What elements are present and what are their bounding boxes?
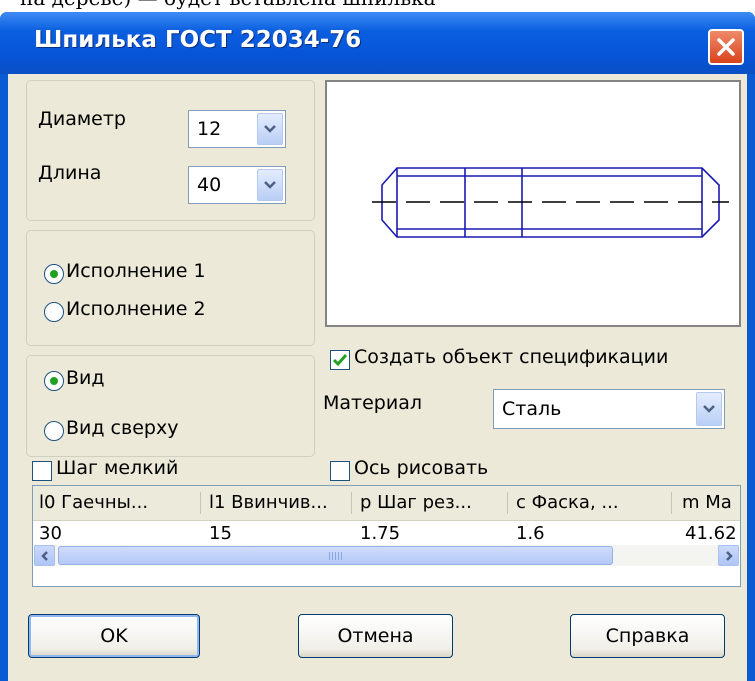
column-header[interactable]: l0 Гаечны...: [33, 486, 199, 520]
execution-1-radio[interactable]: [44, 264, 64, 284]
column-header[interactable]: p Шаг рез...: [354, 486, 506, 520]
view-top-radio[interactable]: [44, 421, 64, 441]
dialog-client-area: Диаметр 12 Длина 40 Исполнение 1 Исполне…: [8, 74, 747, 681]
length-value: 40: [197, 174, 222, 196]
cancel-button[interactable]: Отмена: [298, 614, 453, 658]
checkmark-icon: [332, 354, 348, 367]
execution-group: [26, 230, 315, 346]
close-icon: [717, 38, 735, 56]
view-label[interactable]: Вид: [66, 367, 105, 389]
column-separator[interactable]: [671, 492, 672, 514]
scroll-right-button[interactable]: [718, 545, 739, 566]
view-top-label[interactable]: Вид сверху: [66, 417, 178, 439]
column-separator[interactable]: [507, 492, 508, 514]
chevron-down-icon[interactable]: [696, 392, 722, 426]
chevron-down-icon[interactable]: [257, 113, 283, 145]
dialog-window: Шпилька ГОСТ 22034-76 Диаметр 12 Длина 4…: [0, 12, 755, 681]
ok-button[interactable]: OK: [28, 614, 200, 658]
column-header[interactable]: m Ма: [676, 486, 740, 520]
chevron-left-icon: [40, 550, 48, 561]
execution-1-label[interactable]: Исполнение 1: [66, 260, 206, 282]
material-label: Материал: [323, 392, 422, 414]
length-select[interactable]: 40: [188, 166, 286, 204]
draw-axis-label[interactable]: Ось рисовать: [354, 457, 488, 479]
horizontal-scrollbar[interactable]: [34, 545, 739, 566]
diameter-label: Диаметр: [38, 108, 126, 130]
create-spec-checkbox[interactable]: [330, 350, 350, 370]
diameter-value: 12: [197, 118, 222, 140]
stud-drawing: [372, 167, 729, 238]
table-cell: 30: [39, 523, 62, 544]
grip-icon: [329, 552, 343, 560]
stud-preview: [325, 80, 741, 327]
table-cell: 41.62: [685, 523, 737, 544]
draw-axis-checkbox[interactable]: [330, 461, 350, 481]
column-separator[interactable]: [351, 492, 352, 514]
table-cell: 1.75: [360, 523, 401, 544]
table-cell: 15: [209, 523, 232, 544]
scroll-left-button[interactable]: [34, 545, 55, 566]
help-button[interactable]: Справка: [570, 614, 725, 658]
fine-pitch-checkbox[interactable]: [32, 461, 52, 481]
view-radio[interactable]: [44, 371, 64, 391]
execution-2-radio[interactable]: [44, 302, 64, 322]
length-label: Длина: [38, 162, 102, 184]
chevron-right-icon: [725, 550, 733, 561]
create-spec-label[interactable]: Создать объект спецификации: [354, 346, 668, 368]
table-cell: 1.6: [516, 523, 545, 544]
parameters-table[interactable]: l0 Гаечны... l1 Ввинчив... p Шаг рез... …: [32, 485, 741, 587]
diameter-select[interactable]: 12: [188, 110, 286, 148]
column-header[interactable]: c Фаска, ...: [510, 486, 670, 520]
chevron-down-icon[interactable]: [257, 169, 283, 201]
fine-pitch-label[interactable]: Шаг мелкий: [56, 457, 178, 479]
close-button[interactable]: [708, 29, 744, 65]
material-value: Сталь: [502, 398, 562, 420]
table-header: l0 Гаечны... l1 Ввинчив... p Шаг рез... …: [33, 486, 740, 521]
column-separator[interactable]: [200, 492, 201, 514]
title-bar[interactable]: Шпилька ГОСТ 22034-76: [0, 12, 755, 74]
background-text-fragment: на дереве) — будет вставлена шпилька: [0, 0, 755, 12]
execution-2-label[interactable]: Исполнение 2: [66, 298, 206, 320]
material-select[interactable]: Сталь: [493, 389, 725, 429]
column-header[interactable]: l1 Ввинчив...: [203, 486, 350, 520]
scroll-thumb[interactable]: [58, 546, 613, 565]
window-title: Шпилька ГОСТ 22034-76: [34, 27, 362, 53]
